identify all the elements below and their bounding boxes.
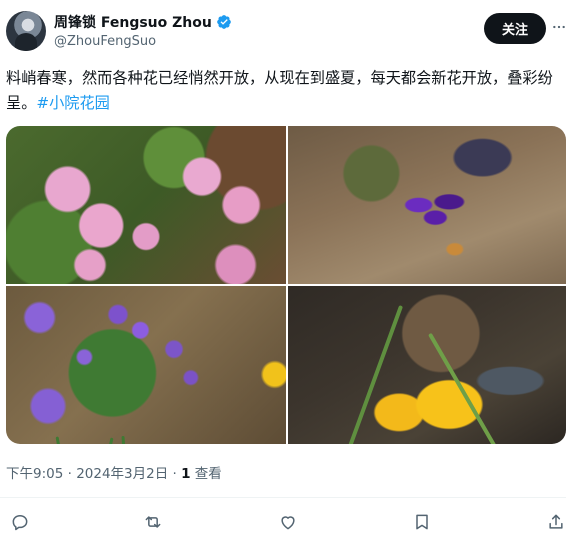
media-grid xyxy=(6,126,566,444)
share-icon[interactable] xyxy=(544,510,566,534)
action-bar xyxy=(0,510,566,536)
grass-blade xyxy=(55,436,69,444)
author-display-name[interactable]: 周锋锁 Fengsuo Zhou xyxy=(54,12,212,32)
tweet-metadata: 下午9:05 · 2024年3月2日 · 1 查看 xyxy=(6,462,222,482)
divider xyxy=(0,497,566,498)
grass-blade xyxy=(121,435,129,444)
hashtag-link[interactable]: #小院花园 xyxy=(36,94,109,112)
tweet-timestamp[interactable]: 下午9:05 · 2024年3月2日 · xyxy=(6,466,181,482)
bookmark-icon[interactable] xyxy=(410,510,434,534)
author-name-row[interactable]: 周锋锁 Fengsuo Zhou xyxy=(54,12,232,32)
purple-crocus-cluster-photo[interactable] xyxy=(6,286,286,444)
follow-button[interactable]: 关注 xyxy=(484,13,546,44)
like-icon[interactable] xyxy=(276,510,300,534)
purple-crocus-photo[interactable] xyxy=(288,126,566,284)
yellow-crocus-photo[interactable] xyxy=(288,286,566,444)
leaf-blade xyxy=(428,332,502,444)
tweet-header: 周锋锁 Fengsuo Zhou @ZhouFengSuo 关注 xyxy=(0,0,566,60)
reply-icon[interactable] xyxy=(8,510,32,534)
grass-blade xyxy=(96,437,114,444)
retweet-icon[interactable] xyxy=(141,510,165,534)
more-options-icon[interactable] xyxy=(552,17,566,37)
leaf-blade xyxy=(348,305,404,444)
tweet-text: 料峭春寒，然而各种花已经悄然开放，从现在到盛夏，每天都会新花开放，叠彩纷呈。#小… xyxy=(6,66,562,116)
pink-hellebore-photo[interactable] xyxy=(6,126,286,284)
views-count: 1 xyxy=(181,466,191,482)
avatar[interactable] xyxy=(6,11,46,51)
views-label: 查看 xyxy=(190,466,222,482)
author-handle[interactable]: @ZhouFengSuo xyxy=(54,34,156,49)
verified-badge-icon[interactable] xyxy=(216,14,232,30)
